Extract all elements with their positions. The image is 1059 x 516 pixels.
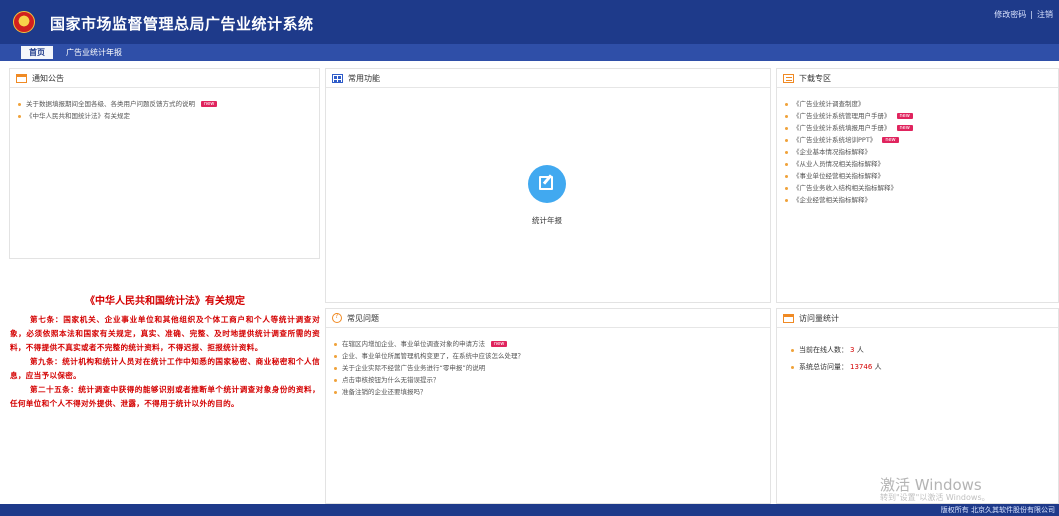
download-list: 《广告业统计调查制度》 《广告业统计系统管理用户手册》 new 《广告业统计系统填… <box>777 88 1058 206</box>
main-nav: 首页 广告业统计年报 <box>0 44 1059 61</box>
question-icon <box>332 312 342 323</box>
faq-panel-title: 常见问题 <box>347 313 379 323</box>
download-panel: 下载专区 《广告业统计调查制度》 《广告业统计系统管理用户手册》 new 《广告业… <box>776 68 1059 303</box>
list-item[interactable]: 《广告业统计调查制度》 <box>785 98 1058 110</box>
faq-item-text: 在辖区内增加企业、事业单位调查对象的申请方法 <box>342 340 485 348</box>
download-item-text: 《从业人员情况相关指标解释》 <box>793 160 884 168</box>
new-badge: new <box>882 137 899 143</box>
law-title: 《中华人民共和国统计法》有关规定 <box>85 296 245 307</box>
grid-icon <box>332 73 343 83</box>
download-panel-header: 下载专区 <box>777 69 1058 88</box>
functions-panel-title: 常用功能 <box>348 73 380 83</box>
total-visits-unit: 人 <box>874 363 882 371</box>
list-item[interactable]: 《广告业务收入结构相关指标解释》 <box>785 182 1058 194</box>
law-article-25: 第二十五条：统计调查中获得的能够识别或者推断单个统计调查对象身份的资料，任何单位… <box>10 385 320 408</box>
download-item-text: 《广告业统计系统填报用户手册》 <box>793 124 891 132</box>
download-item-text: 《企业基本情况指标解释》 <box>793 148 871 156</box>
list-item[interactable]: 《中华人民共和国统计法》有关规定 <box>18 110 319 122</box>
visit-stats-panel-title: 访问量统计 <box>799 313 839 323</box>
list-item[interactable]: 《广告业统计系统培训PPT》 new <box>785 134 1058 146</box>
notice-item-text: 关于数据填报期间全国各级、各类用户问题反馈方式的说明 <box>26 100 195 108</box>
national-emblem-logo <box>13 11 35 33</box>
list-item[interactable]: 《企业经营相关指标解释》 <box>785 194 1058 206</box>
download-item-text: 《广告业统计系统管理用户手册》 <box>793 112 891 120</box>
online-users-label: 当前在线人数： <box>799 346 848 354</box>
annual-report-button[interactable] <box>528 165 566 203</box>
new-badge: new <box>201 101 218 107</box>
faq-list: 在辖区内增加企业、事业单位调查对象的申请方法 new 企业、事业单位所属管理机构变… <box>326 328 770 398</box>
new-badge: new <box>896 113 913 119</box>
law-article-7: 第七条：国家机关、企业事业单位和其他组织及个体工商户和个人等统计调查对象，必须依… <box>10 315 320 352</box>
online-users-stat: 当前在线人数： 3 人 <box>791 342 1058 359</box>
faq-item-text: 关于企业实际不经营广告业务进行“零申报”的说明 <box>342 364 486 372</box>
list-item[interactable]: 准备注销的企业还要填报吗？ <box>334 386 770 398</box>
tab-home[interactable]: 首页 <box>21 46 53 59</box>
app-header: 国家市场监督管理总局广告业统计系统 修改密码 | 注销 <box>0 0 1059 44</box>
faq-panel: 常见问题 在辖区内增加企业、事业单位调查对象的申请方法 new 企业、事业单位所属… <box>325 308 771 504</box>
total-visits-stat: 系统总访问量： 13746 人 <box>791 359 1058 376</box>
new-badge: new <box>896 125 913 131</box>
notice-item-text: 《中华人民共和国统计法》有关规定 <box>26 112 130 120</box>
document-icon <box>783 73 794 83</box>
law-article-9: 第九条：统计机构和统计人员对在统计工作中知悉的国家秘密、商业秘密和个人信息，应当… <box>10 357 320 380</box>
app-footer: 版权所有 北京久其软件股份有限公司 <box>0 504 1059 516</box>
notice-panel-header: 通知公告 <box>10 69 319 88</box>
faq-item-text: 点击审核按钮为什么无错误提示？ <box>342 376 440 384</box>
faq-item-text: 准备注销的企业还要填报吗？ <box>342 388 427 396</box>
list-item[interactable]: 《广告业统计系统填报用户手册》 new <box>785 122 1058 134</box>
faq-panel-header: 常见问题 <box>326 309 770 328</box>
download-item-text: 《广告业统计调查制度》 <box>793 100 865 108</box>
folder-icon <box>783 313 794 323</box>
download-panel-title: 下载专区 <box>799 73 831 83</box>
new-badge: new <box>491 341 508 347</box>
list-item[interactable]: 点击审核按钮为什么无错误提示？ <box>334 374 770 386</box>
tab-annual-report[interactable]: 广告业统计年报 <box>58 46 130 59</box>
statistics-law-excerpt: 《中华人民共和国统计法》有关规定 第七条：国家机关、企业事业单位和其他组织及个体… <box>10 292 320 411</box>
list-item[interactable]: 《企业基本情况指标解释》 <box>785 146 1058 158</box>
notice-list: 关于数据填报期间全国各级、各类用户问题反馈方式的说明 new 《中华人民共和国统计… <box>10 88 319 122</box>
online-users-value: 3 <box>850 346 855 354</box>
copyright-text: 版权所有 北京久其软件股份有限公司 <box>940 506 1055 514</box>
top-links: 修改密码 | 注销 <box>994 9 1053 20</box>
link-separator: | <box>1030 10 1033 19</box>
annual-report-button-label[interactable]: 统计年报 <box>528 215 566 226</box>
notice-panel-title: 通知公告 <box>32 73 64 83</box>
app-title: 国家市场监督管理总局广告业统计系统 <box>50 15 314 33</box>
total-visits-value: 13746 <box>850 363 873 371</box>
download-item-text: 《广告业务收入结构相关指标解释》 <box>793 184 897 192</box>
logout-link[interactable]: 注销 <box>1037 10 1053 19</box>
list-item[interactable]: 《广告业统计系统管理用户手册》 new <box>785 110 1058 122</box>
faq-item-text: 企业、事业单位所属管理机构变更了，在系统中应该怎么处理？ <box>342 352 524 360</box>
list-item[interactable]: 《事业单位经营相关指标解释》 <box>785 170 1058 182</box>
list-item[interactable]: 关于企业实际不经营广告业务进行“零申报”的说明 <box>334 362 770 374</box>
visit-stats-list: 当前在线人数： 3 人 系统总访问量： 13746 人 <box>777 328 1058 376</box>
activate-windows-hint: 转到"设置"以激活 Windows。 <box>880 493 990 502</box>
list-item[interactable]: 《从业人员情况相关指标解释》 <box>785 158 1058 170</box>
download-item-text: 《事业单位经营相关指标解释》 <box>793 172 884 180</box>
total-visits-label: 系统总访问量： <box>799 363 848 371</box>
download-item-text: 《企业经营相关指标解释》 <box>793 196 871 204</box>
online-users-unit: 人 <box>856 346 864 354</box>
notice-panel: 通知公告 关于数据填报期间全国各级、各类用户问题反馈方式的说明 new 《中华人民… <box>9 68 320 259</box>
folder-icon <box>16 73 27 83</box>
list-item[interactable]: 关于数据填报期间全国各级、各类用户问题反馈方式的说明 new <box>18 98 319 110</box>
edit-icon <box>539 176 553 190</box>
download-item-text: 《广告业统计系统培训PPT》 <box>793 136 877 144</box>
list-item[interactable]: 在辖区内增加企业、事业单位调查对象的申请方法 new <box>334 338 770 350</box>
list-item[interactable]: 企业、事业单位所属管理机构变更了，在系统中应该怎么处理？ <box>334 350 770 362</box>
functions-panel-header: 常用功能 <box>326 69 770 88</box>
change-password-link[interactable]: 修改密码 <box>994 10 1026 19</box>
visit-stats-panel-header: 访问量统计 <box>777 309 1058 328</box>
